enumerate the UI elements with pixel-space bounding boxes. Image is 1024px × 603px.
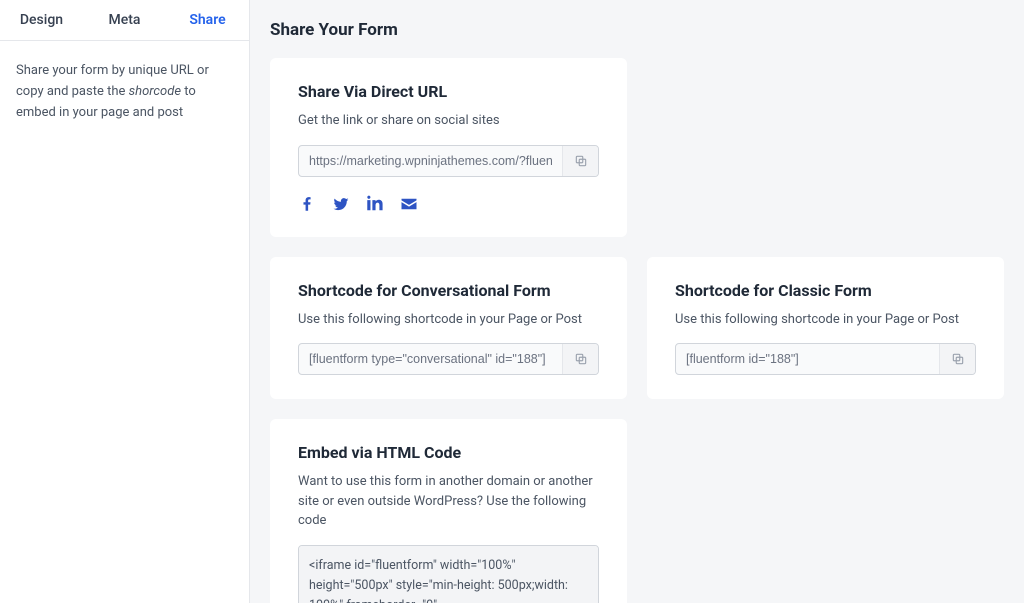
- copy-icon: [951, 352, 965, 366]
- card-direct-url: Share Via Direct URL Get the link or sha…: [270, 58, 627, 237]
- card-desc: Use this following shortcode in your Pag…: [675, 310, 976, 330]
- card-desc: Get the link or share on social sites: [298, 111, 599, 131]
- tab-share[interactable]: Share: [166, 0, 249, 40]
- page-title: Share Your Form: [270, 20, 1004, 40]
- card-title: Shortcode for Conversational Form: [298, 281, 599, 300]
- main-content: Share Your Form Share Via Direct URL Get…: [250, 0, 1024, 603]
- card-title: Embed via HTML Code: [298, 443, 599, 462]
- card-title: Shortcode for Classic Form: [675, 281, 976, 300]
- twitter-icon[interactable]: [332, 195, 350, 213]
- linkedin-icon[interactable]: [366, 195, 384, 213]
- copy-icon: [574, 352, 588, 366]
- card-classic-shortcode: Shortcode for Classic Form Use this foll…: [647, 257, 1004, 400]
- classic-field: [675, 343, 976, 375]
- email-icon[interactable]: [400, 195, 418, 213]
- card-conversational-shortcode: Shortcode for Conversational Form Use th…: [270, 257, 627, 400]
- card-desc: Want to use this form in another domain …: [298, 472, 599, 531]
- facebook-icon[interactable]: [298, 195, 316, 213]
- sidebar: Design Meta Share Share your form by uni…: [0, 0, 250, 603]
- conversational-input[interactable]: [299, 344, 562, 374]
- url-field: [298, 145, 599, 177]
- cards-grid: Share Via Direct URL Get the link or sha…: [270, 58, 1004, 603]
- card-embed-html: Embed via HTML Code Want to use this for…: [270, 419, 627, 603]
- copy-conversational-button[interactable]: [562, 344, 598, 374]
- social-icons: [298, 195, 599, 213]
- spacer: [647, 58, 1004, 237]
- copy-url-button[interactable]: [562, 146, 598, 176]
- url-input[interactable]: [299, 146, 562, 176]
- tab-meta[interactable]: Meta: [83, 0, 166, 40]
- sidebar-description: Share your form by unique URL or copy an…: [0, 41, 249, 143]
- copy-classic-button[interactable]: [939, 344, 975, 374]
- tab-design[interactable]: Design: [0, 0, 83, 40]
- classic-input[interactable]: [676, 344, 939, 374]
- conversational-field: [298, 343, 599, 375]
- tabs: Design Meta Share: [0, 0, 249, 41]
- card-title: Share Via Direct URL: [298, 82, 599, 101]
- card-desc: Use this following shortcode in your Pag…: [298, 310, 599, 330]
- copy-icon: [574, 154, 588, 168]
- embed-textarea[interactable]: [298, 545, 599, 603]
